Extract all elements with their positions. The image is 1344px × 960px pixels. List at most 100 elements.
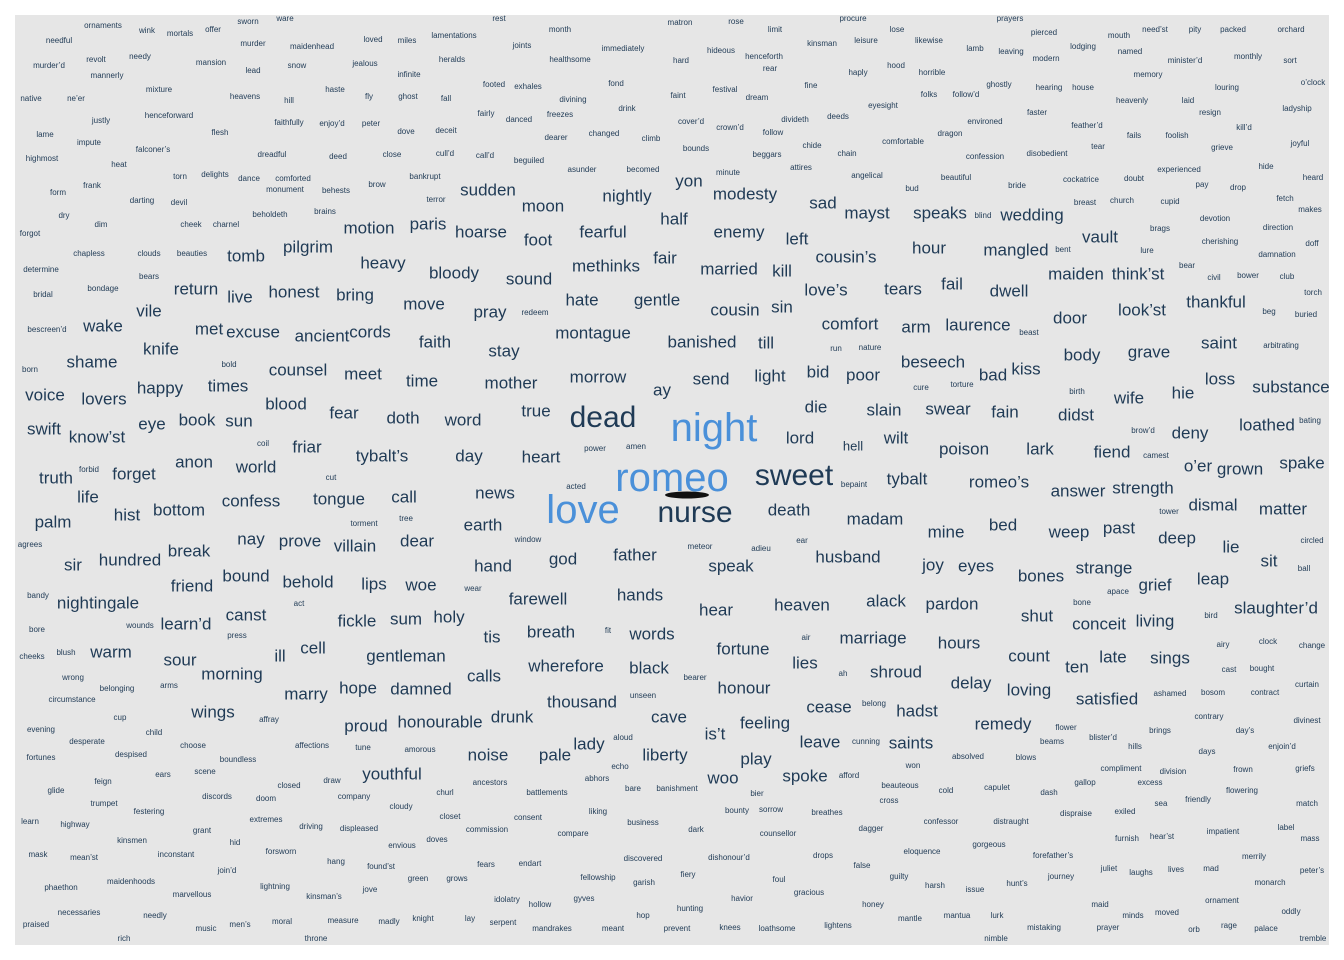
word-extremes: extremes	[249, 815, 283, 824]
word-pity: pity	[1188, 25, 1202, 34]
word-divining: divining	[559, 95, 587, 104]
word-closed: closed	[277, 781, 301, 790]
word-harsh: harsh	[924, 881, 946, 890]
word-wife: wife	[1113, 388, 1145, 408]
word-scene: scene	[194, 767, 216, 776]
word-dreadful: dreadful	[257, 150, 287, 159]
word-god: god	[548, 549, 578, 569]
word-gallop: gallop	[1074, 778, 1096, 787]
word-heat: heat	[111, 160, 127, 169]
word-days: day’s	[1235, 726, 1255, 735]
word-pay: pay	[1195, 180, 1209, 189]
word-rear: rear	[762, 64, 778, 73]
word-fails: fails	[1126, 131, 1142, 140]
word-issue: issue	[965, 885, 985, 894]
word-dove: dove	[397, 127, 415, 136]
word-terror: terror	[426, 195, 446, 204]
word-cold: cold	[938, 786, 954, 795]
word-tybalt: tybalt	[886, 469, 928, 489]
word-bear: bear	[1178, 261, 1196, 270]
word-boundless: boundless	[219, 755, 257, 764]
word-dream: dream	[745, 93, 769, 102]
word-deny: deny	[1171, 423, 1209, 443]
word-follow: follow	[762, 128, 784, 137]
word-attires: attires	[790, 163, 812, 172]
word-marriage: marriage	[839, 628, 907, 648]
word-cheek: cheek	[180, 220, 202, 229]
word-friendly: friendly	[1185, 795, 1211, 804]
word-loved: loved	[363, 35, 383, 44]
word-doth: doth	[386, 408, 420, 428]
word-affections: affections	[294, 741, 330, 750]
word-lodging: lodging	[1070, 42, 1096, 51]
word-hunting: hunting	[676, 904, 704, 913]
word-bought: bought	[1249, 664, 1275, 673]
word-bid: bid	[806, 362, 830, 382]
word-bondage: bondage	[87, 284, 119, 293]
word-bones: bones	[1017, 566, 1065, 586]
word-chapless: chapless	[73, 249, 105, 258]
word-villain: villain	[333, 536, 377, 556]
word-killd: kill’d	[1236, 123, 1252, 132]
word-climb: climb	[641, 134, 661, 143]
word-maidenhoods: maidenhoods	[106, 877, 156, 886]
word-becomed: becomed	[626, 165, 660, 174]
word-closet: closet	[439, 812, 461, 821]
word-lame: lame	[36, 130, 54, 139]
word-gentleman: gentleman	[366, 646, 446, 666]
word-browd: brow’d	[1131, 426, 1155, 435]
word-world: world	[235, 457, 277, 477]
word-learnd: learn’d	[160, 614, 212, 634]
word-leave: leave	[799, 732, 841, 752]
word-mine: mine	[927, 522, 965, 542]
word-house: house	[1072, 83, 1094, 92]
word-hand: hand	[474, 556, 512, 576]
word-slaughterd: slaughter’d	[1234, 598, 1318, 618]
word-honour: honour	[717, 678, 771, 698]
word-sings: sings	[1150, 648, 1190, 668]
word-speak: speak	[708, 556, 754, 576]
word-ware: ware	[276, 15, 294, 23]
word-sort: sort	[1283, 56, 1297, 65]
word-clouds: clouds	[137, 249, 161, 258]
word-lurk: lurk	[990, 911, 1004, 920]
word-conceit: conceit	[1072, 614, 1126, 634]
word-doff: doff	[1305, 239, 1319, 248]
word-eye: eye	[138, 414, 166, 434]
word-ghostly: ghostly	[986, 80, 1012, 89]
word-flowering: flowering	[1225, 786, 1259, 795]
word-prove: prove	[278, 531, 322, 551]
word-lookst: look’st	[1118, 300, 1166, 320]
word-battlements: battlements	[526, 788, 568, 797]
word-bankrupt: bankrupt	[409, 172, 441, 181]
word-blood: blood	[265, 394, 307, 414]
word-hearing: hearing	[1035, 83, 1063, 92]
word-excuse: excuse	[226, 322, 280, 342]
word-frown: frown	[1233, 765, 1253, 774]
word-bescreend: bescreen’d	[27, 325, 67, 334]
word-havior: havior	[731, 894, 753, 903]
word-warm: warm	[90, 642, 132, 662]
word-bounds: bounds	[682, 144, 710, 153]
word-truth: truth	[38, 468, 74, 488]
word-matron: matron	[667, 18, 693, 27]
word-charnel: charnel	[212, 220, 240, 229]
word-deceit: deceit	[435, 126, 457, 135]
word-fail: fail	[941, 274, 963, 294]
word-sworn: sworn	[237, 17, 259, 26]
word-ball: ball	[1297, 564, 1311, 573]
word-time: time	[405, 371, 439, 391]
word-romeos: romeo’s	[968, 472, 1030, 492]
word-adieu: adieu	[751, 544, 771, 553]
word-church: church	[1109, 196, 1135, 205]
word-arm: arm	[901, 317, 931, 337]
word-sea: sea	[1154, 799, 1168, 808]
word-churl: churl	[436, 788, 454, 797]
word-tear: tear	[1091, 142, 1105, 151]
word-husband: husband	[815, 547, 881, 567]
word-heavy: heavy	[360, 253, 406, 273]
word-leap: leap	[1196, 569, 1230, 589]
word-drop: drop	[1229, 183, 1247, 192]
word-cloud: night romeo love sweet nurse dead heart lord tru…	[15, 15, 1329, 945]
word-confess: confess	[221, 491, 281, 511]
